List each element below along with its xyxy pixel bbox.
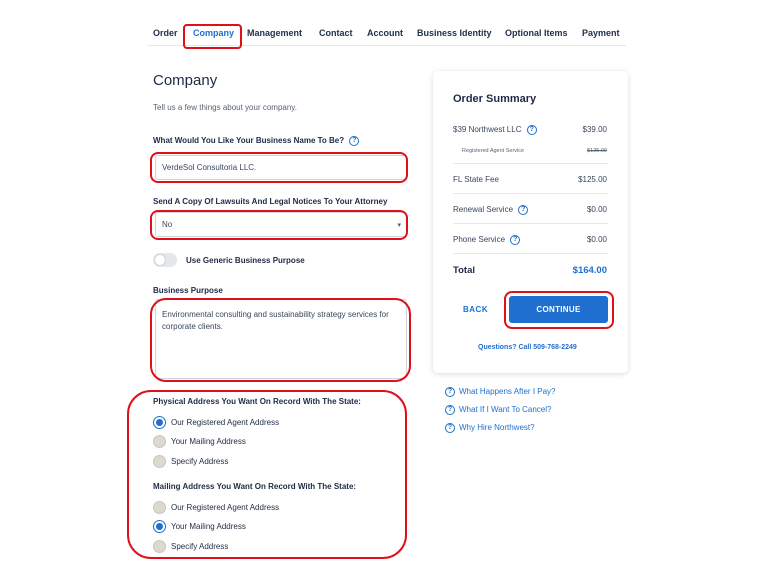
questions-phone-link[interactable]: Questions? Call 509-768-2249 bbox=[478, 344, 577, 351]
page-title: Company bbox=[153, 72, 218, 89]
help-icon[interactable]: ? bbox=[526, 125, 537, 135]
total-label: Total bbox=[453, 265, 475, 276]
summary-item-label: $39 Northwest LLC bbox=[453, 125, 522, 135]
help-icon: ? bbox=[445, 405, 455, 415]
company-tab-highlight bbox=[183, 24, 242, 49]
help-icon: ? bbox=[445, 387, 455, 397]
tab-order[interactable]: Order bbox=[153, 28, 178, 38]
tab-contact[interactable]: Contact bbox=[319, 28, 353, 38]
summary-item-label: FL State Fee bbox=[453, 175, 499, 184]
faq-label: What If I Want To Cancel? bbox=[459, 405, 552, 415]
tab-business-identity[interactable]: Business Identity bbox=[417, 28, 492, 38]
faq-link-why-hire[interactable]: ? Why Hire Northwest? bbox=[445, 423, 535, 433]
divider bbox=[453, 223, 608, 224]
summary-subitem-value: $125.00 bbox=[587, 148, 607, 154]
toggle-knob bbox=[154, 254, 166, 266]
page-subtitle: Tell us a few things about your company. bbox=[153, 103, 297, 112]
generic-purpose-label: Use Generic Business Purpose bbox=[186, 256, 305, 265]
faq-link-cancel[interactable]: ? What If I Want To Cancel? bbox=[445, 405, 551, 415]
summary-item-label: Renewal Service bbox=[453, 205, 514, 215]
back-button[interactable]: BACK bbox=[463, 305, 488, 314]
business-purpose-label: Business Purpose bbox=[153, 286, 223, 295]
business-name-highlight bbox=[150, 152, 408, 183]
divider bbox=[453, 253, 608, 254]
business-purpose-highlight bbox=[150, 298, 411, 382]
help-icon[interactable]: ? bbox=[518, 205, 529, 215]
legal-notices-label: Send A Copy Of Lawsuits And Legal Notice… bbox=[153, 197, 388, 206]
tab-payment[interactable]: Payment bbox=[582, 28, 620, 38]
summary-item-northwest: $39 Northwest LLC ? bbox=[453, 125, 537, 135]
help-icon[interactable]: ? bbox=[510, 235, 521, 245]
help-icon: ? bbox=[445, 423, 455, 433]
summary-item-renewal: Renewal Service ? bbox=[453, 205, 529, 215]
generic-purpose-toggle[interactable] bbox=[153, 253, 177, 267]
summary-subitem-label: Registered Agent Service bbox=[462, 148, 525, 154]
summary-item-phone: Phone Service ? bbox=[453, 235, 521, 245]
divider bbox=[453, 163, 608, 164]
summary-item-label: Phone Service bbox=[453, 235, 506, 245]
tab-management[interactable]: Management bbox=[247, 28, 302, 38]
help-icon[interactable]: ? bbox=[349, 136, 360, 146]
divider bbox=[453, 193, 608, 194]
legal-notices-highlight bbox=[150, 210, 408, 240]
total-value: $164.00 bbox=[572, 265, 607, 276]
faq-label: What Happens After I Pay? bbox=[459, 387, 556, 397]
faq-link-after-pay[interactable]: ? What Happens After I Pay? bbox=[445, 387, 556, 397]
summary-item-value: $125.00 bbox=[578, 175, 607, 184]
summary-item-value: $0.00 bbox=[586, 235, 607, 244]
tab-optional-items[interactable]: Optional Items bbox=[505, 28, 568, 38]
address-options-highlight bbox=[127, 390, 407, 559]
order-summary-title: Order Summary bbox=[453, 93, 537, 105]
business-name-question: What Would You Like Your Business Name T… bbox=[153, 136, 360, 146]
business-name-label: What Would You Like Your Business Name T… bbox=[153, 136, 345, 146]
faq-label: Why Hire Northwest? bbox=[459, 423, 535, 433]
summary-item-value: $39.00 bbox=[582, 125, 607, 134]
continue-highlight bbox=[504, 291, 614, 329]
tab-account[interactable]: Account bbox=[367, 28, 403, 38]
summary-item-value: $0.00 bbox=[586, 205, 607, 214]
